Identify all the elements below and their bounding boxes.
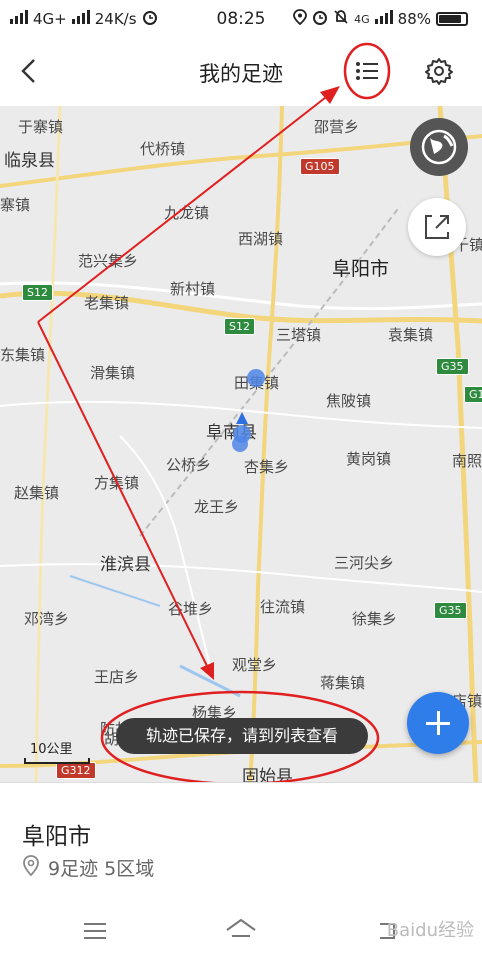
signal-icon: [374, 10, 393, 28]
scale-label: 10公里: [30, 742, 73, 757]
map-label: 南照: [452, 452, 482, 470]
alarm-icon: [312, 9, 328, 29]
map-label: 谷堆乡: [168, 600, 214, 618]
map-label: 赵集镇: [14, 484, 60, 502]
battery-percent: 88%: [397, 10, 431, 28]
map-label: 三塔镇: [276, 326, 322, 344]
map-label: 阜阳市: [332, 258, 390, 280]
map-label: 范兴集乡: [78, 252, 139, 270]
map-label: 徐集乡: [352, 610, 398, 628]
footprint-stats: 9足迹 5区域: [48, 858, 155, 880]
signal-icon: [10, 10, 28, 28]
globe-icon: [421, 129, 457, 165]
layer-button[interactable]: [410, 118, 468, 176]
gear-icon: [425, 58, 453, 85]
add-button[interactable]: [407, 692, 469, 754]
region-title: 阜阳市: [22, 824, 91, 850]
map-label: 邓湾乡: [24, 610, 70, 628]
map-label: 九龙镇: [164, 204, 210, 222]
system-nav-bar: Baidu经验: [0, 902, 482, 960]
map-label: 代桥镇: [140, 140, 186, 158]
plus-icon: [426, 711, 450, 735]
network-type: 4G+: [33, 10, 67, 28]
road-badge: G105: [300, 158, 340, 175]
status-bar: 4G+ 24K/s 08:25 4G 88%: [0, 0, 482, 38]
share-button[interactable]: [408, 198, 466, 256]
signal-icon: [71, 10, 90, 28]
map-label: 龙王乡: [194, 498, 240, 516]
alarm-icon: [142, 9, 158, 29]
map-label: 王店乡: [94, 668, 140, 686]
location-icon: [293, 9, 308, 29]
map-label: 于寨镇: [18, 118, 64, 136]
list-button[interactable]: [352, 56, 382, 86]
map-label: 固始县: [242, 767, 293, 782]
home-icon[interactable]: [224, 916, 258, 944]
road-badge: S12: [22, 284, 53, 301]
road-badge: G1: [464, 386, 482, 403]
mute-icon: [333, 9, 349, 29]
signal-type: 4G: [354, 12, 370, 26]
watermark: Baidu经验: [386, 920, 474, 941]
map-label: 淮滨县: [100, 555, 151, 575]
network-speed: 24K/s: [94, 10, 137, 28]
list-icon: [356, 62, 378, 80]
road-badge: G312: [56, 762, 96, 779]
map-label: 方集镇: [94, 474, 140, 492]
map-label: 往流镇: [260, 598, 306, 616]
location-pin-icon: [23, 855, 39, 877]
road-badge: G35: [434, 602, 467, 619]
map-label: 袁集镇: [388, 326, 434, 344]
settings-button[interactable]: [424, 56, 454, 86]
map-label: 观堂乡: [232, 656, 278, 674]
external-link-icon: [425, 215, 449, 239]
scale-bar: [24, 758, 90, 764]
summary-panel: 阜阳市 9足迹 5区域: [0, 782, 482, 903]
road-badge: G35: [436, 358, 469, 375]
app-header: 我的足迹: [0, 38, 482, 106]
map-label: 西湖镇: [238, 230, 284, 248]
map-label: 焦陂镇: [326, 392, 372, 410]
page-title: 我的足迹: [199, 62, 283, 86]
map-label: 三河尖乡: [334, 554, 395, 572]
toast-message: 轨迹已保存，请到列表查看: [116, 718, 368, 754]
map-label: 邵营乡: [314, 118, 360, 136]
map-label: 东集镇: [0, 346, 46, 364]
map-label: 老集镇: [84, 294, 130, 312]
map-label: 新村镇: [170, 280, 216, 298]
map-label: 蒋集镇: [320, 674, 366, 692]
track-points: [232, 369, 265, 452]
map-label: 临泉县: [4, 151, 55, 171]
road-badge: S12: [224, 318, 255, 335]
battery-icon: [436, 12, 468, 26]
map-label: 寨镇: [0, 196, 31, 214]
map-label: 黄岗镇: [346, 450, 392, 468]
map-label: 公桥乡: [166, 456, 212, 474]
menu-icon[interactable]: [82, 920, 108, 942]
map-label: 滑集镇: [90, 364, 136, 382]
map-view[interactable]: 于寨镇 临泉县 代桥镇 邵营乡 寨镇 九龙镇 西湖镇 阜阳市 范兴集乡 新村镇 …: [0, 106, 482, 782]
